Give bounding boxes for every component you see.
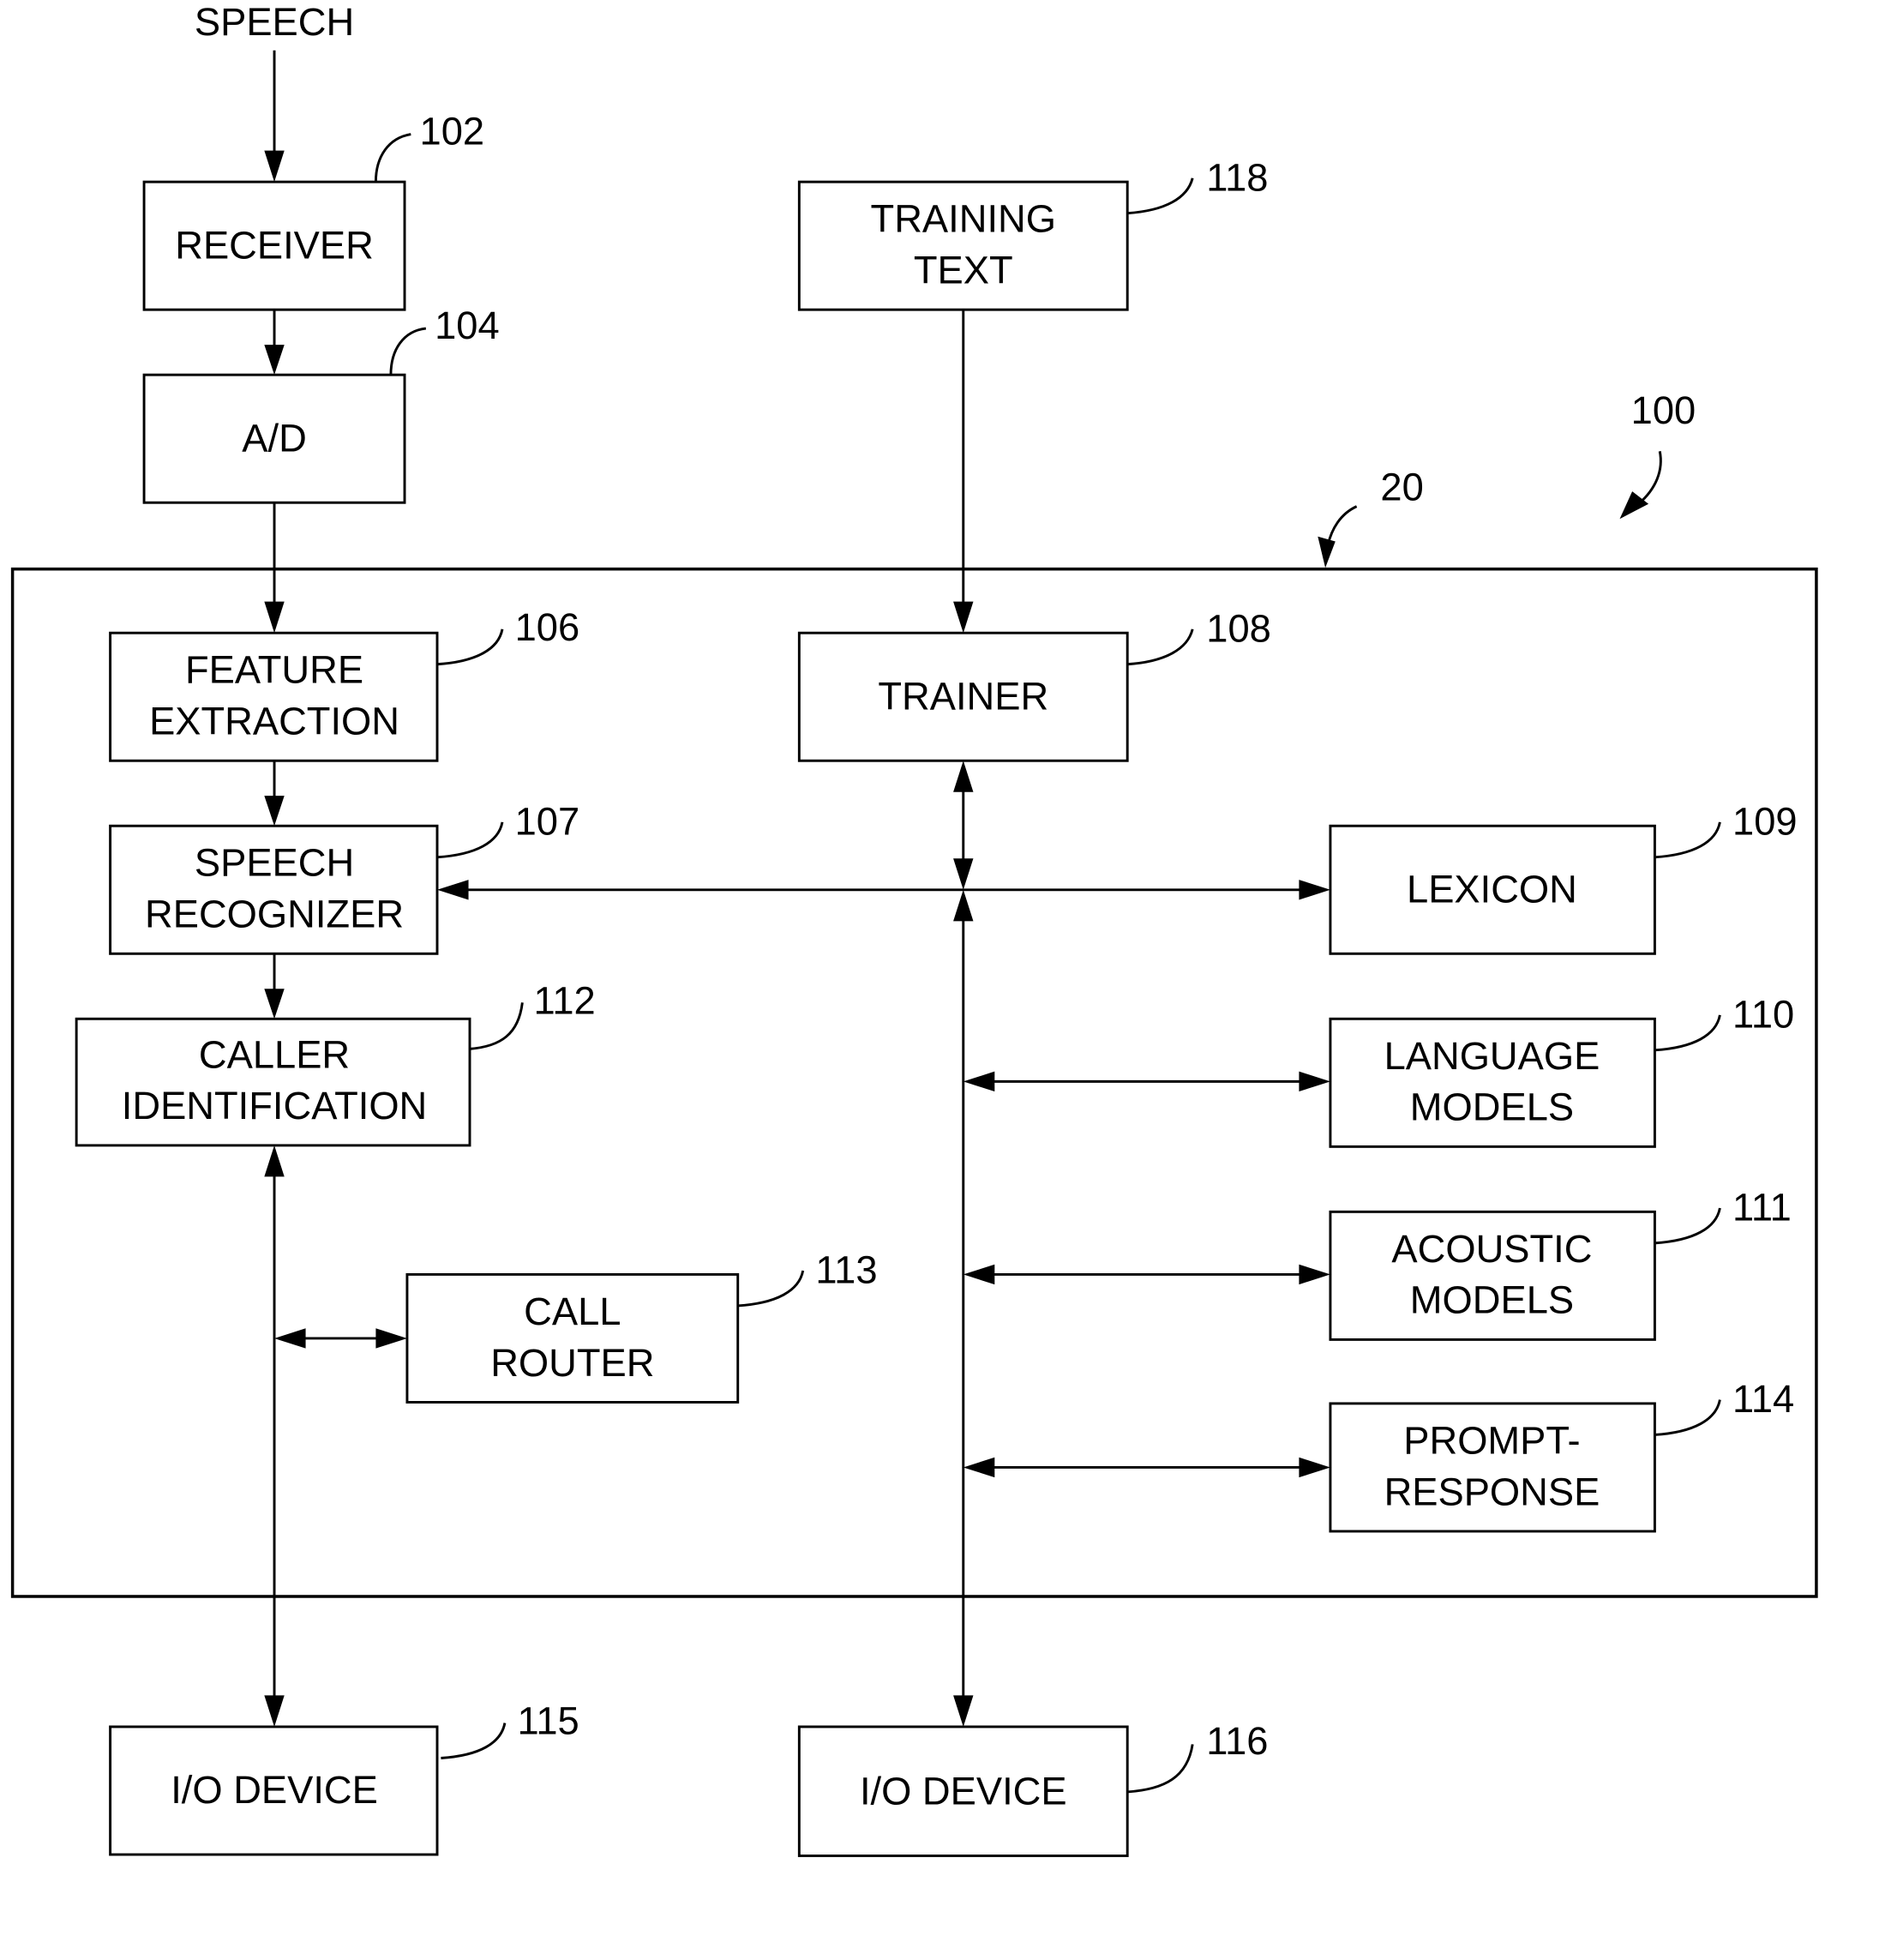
arrow-feature-extraction-to-speech-recognizer [264,761,285,827]
ad-ref: 104 [435,304,500,347]
receiver-ref-leader [374,133,411,183]
speech-recognizer-label-line2: RECOGNIZER [145,893,404,936]
language-models-label-line1: LANGUAGE [1384,1034,1600,1078]
training-text-label-line2: TEXT [914,248,1013,292]
acoustic-models-label-line1: ACOUSTIC [1391,1227,1592,1271]
block-acoustic-models[interactable]: ACOUSTIC MODELS [1329,1210,1656,1341]
feature-extraction-ref: 106 [515,605,580,649]
lexicon-ref: 109 [1732,799,1798,843]
lexicon-label: LEXICON [1407,867,1577,911]
language-models-label-line2: MODELS [1410,1085,1574,1129]
feature-extraction-label-line2: EXTRACTION [149,700,399,743]
io-device-115-label: I/O DEVICE [171,1768,378,1812]
prompt-response-ref: 114 [1732,1377,1794,1421]
training-text-label-line1: TRAINING [871,197,1056,241]
speech-system-block-diagram: SPEECH RECEIVER 102 A/D 104 TRAINING TEX… [10,0,1818,1857]
arrow-bus-to-call-router [274,1328,407,1349]
block-feature-extraction[interactable]: FEATURE EXTRACTION [109,631,439,762]
computer-ref-arrow [1318,505,1358,568]
computer-ref: 20 [1380,465,1423,508]
speech-recognizer-label-line1: SPEECH [195,841,354,885]
language-models-ref: 110 [1732,993,1794,1037]
prompt-response-label-line2: RESPONSE [1384,1470,1600,1513]
call-router-label-line2: ROUTER [490,1341,654,1385]
speech-input-label: SPEECH [195,0,354,44]
bus-trainer-link [953,761,974,890]
receiver-label: RECEIVER [175,223,374,267]
io-device-115-ref-leader [441,1723,507,1759]
arrow-training-text-to-trainer [953,310,974,634]
ad-label: A/D [242,416,307,460]
caller-identification-label-line1: CALLER [199,1032,350,1076]
call-router-ref: 113 [815,1248,877,1292]
block-trainer[interactable]: TRAINER [797,631,1129,762]
trainer-ref-leader [1127,628,1194,666]
acoustic-models-label-line2: MODELS [1410,1278,1574,1322]
io-device-116-ref-leader [1127,1744,1194,1794]
io-device-116-ref: 116 [1206,1719,1268,1763]
caller-identification-ref: 112 [534,978,596,1022]
feature-extraction-ref-leader [436,628,504,666]
block-io-device-115[interactable]: I/O DEVICE [109,1725,439,1856]
language-models-ref-leader [1654,1014,1721,1052]
arrow-receiver-to-ad [264,310,285,376]
arrow-speech-to-receiver [264,50,285,183]
receiver-ref: 102 [420,109,485,153]
block-caller-identification[interactable]: CALLER IDENTIFICATION [75,1017,471,1147]
system-ref: 100 [1631,388,1696,432]
io-device-115-ref: 115 [518,1699,579,1743]
call-router-label-line1: CALL [524,1290,621,1333]
block-training-text[interactable]: TRAINING TEXT [797,180,1129,311]
trainer-label: TRAINER [878,674,1048,718]
call-router-ref-leader [737,1270,805,1308]
arrow-speech-recognizer-to-caller-identification [264,953,285,1019]
bus-caller-io-vertical [264,1145,285,1727]
arrow-bus-to-language-models [963,1071,1330,1092]
block-receiver[interactable]: RECEIVER [142,180,406,311]
lexicon-ref-leader [1654,821,1721,859]
acoustic-models-ref: 111 [1732,1186,1792,1230]
caller-identification-ref-leader [469,1002,524,1050]
block-io-device-116[interactable]: I/O DEVICE [797,1725,1129,1857]
feature-extraction-label-line1: FEATURE [185,648,363,692]
speech-recognizer-ref-leader [436,821,504,859]
speech-recognizer-ref: 107 [515,799,580,843]
arrow-bus-to-prompt-response [963,1457,1330,1478]
bus-recognizer-lexicon-link [437,880,1330,900]
ad-ref-leader [389,327,427,376]
prompt-response-label-line1: PROMPT- [1403,1418,1580,1462]
io-device-116-label: I/O DEVICE [860,1770,1067,1813]
block-prompt-response[interactable]: PROMPT- RESPONSE [1329,1402,1656,1533]
acoustic-models-ref-leader [1654,1207,1721,1245]
prompt-response-ref-leader [1654,1399,1721,1436]
block-ad-converter[interactable]: A/D [142,373,406,504]
arrow-bus-to-acoustic-models [963,1264,1330,1285]
trainer-ref: 108 [1206,606,1271,650]
caller-identification-label-line2: IDENTIFICATION [122,1084,428,1127]
block-speech-recognizer[interactable]: SPEECH RECOGNIZER [109,824,439,955]
block-lexicon[interactable]: LEXICON [1329,824,1656,955]
system-ref-arrow [1619,451,1662,520]
training-text-ref: 118 [1206,155,1268,199]
block-language-models[interactable]: LANGUAGE MODELS [1329,1017,1656,1148]
block-call-router[interactable]: CALL ROUTER [405,1272,740,1404]
bus-main-vertical [953,889,974,1727]
training-text-ref-leader [1127,177,1194,215]
